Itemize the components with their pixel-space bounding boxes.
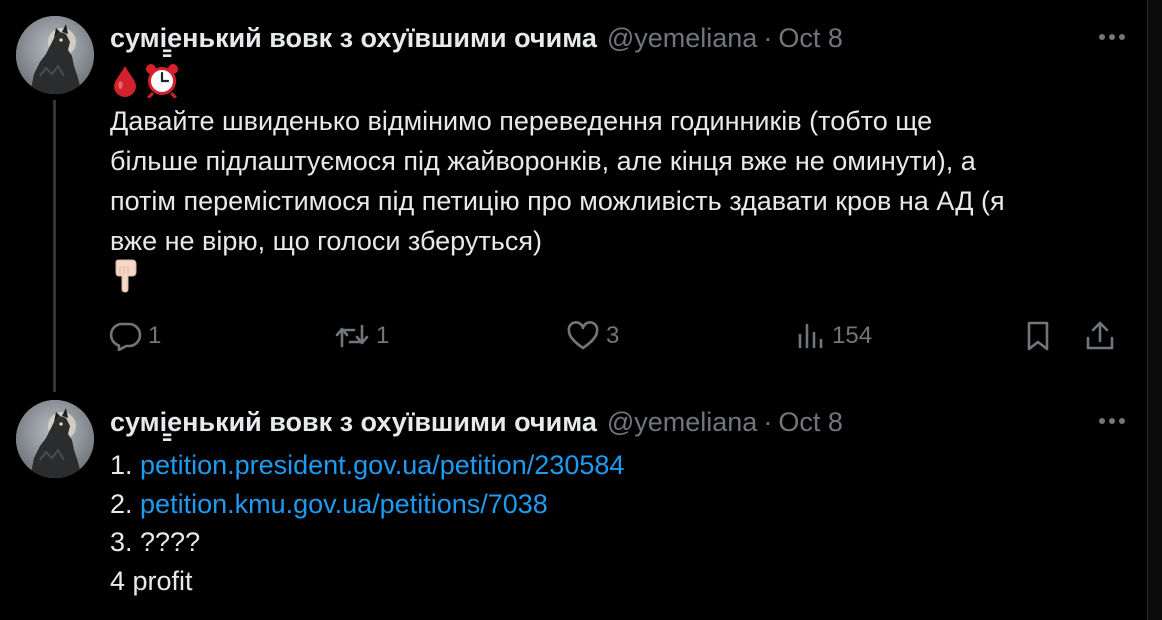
list-item: 1. petition.president.gov.ua/petition/23… [110,446,1120,485]
reply-button[interactable]: 1 [108,316,161,356]
repost-icon [335,324,369,348]
tweet-text-line: потім перемістимося під петицію про можл… [110,186,1005,216]
author-name[interactable]: сумі̳енький вовк з охуївшими очима [110,23,597,54]
avatar[interactable] [16,400,94,478]
emoji-row [110,60,180,100]
tweet-date[interactable]: Oct 8 [778,407,843,438]
like-button[interactable]: 3 [566,316,619,356]
tweet-text: Давайте швиденько відмінимо переведення … [110,101,1120,261]
list-item-prefix: 2. [110,488,141,519]
ellipsis-icon [1099,418,1125,424]
wolf-avatar-image [16,400,94,478]
petition-link[interactable]: petition.kmu.gov.ua/petitions/7038 [140,489,548,519]
list-item: 2. petition.kmu.gov.ua/petitions/7038 [110,485,1120,524]
view-count: 154 [832,322,873,349]
backhand-index-pointing-down-emoji [115,259,137,293]
tweet-text-line: більше підлаштуємося під жайворонків, ал… [110,146,976,176]
ellipsis-icon [1099,34,1125,40]
bookmark-button[interactable] [1024,316,1052,356]
bookmark-icon [1027,321,1049,351]
more-options-button[interactable] [1094,24,1130,50]
author-handle[interactable]: @yemeliana [607,23,757,54]
more-options-button[interactable] [1094,408,1130,434]
list-item-prefix: 1. [110,450,141,480]
share-button[interactable] [1084,316,1116,356]
pointing-emoji-row [110,256,140,296]
wolf-avatar-image [16,16,94,94]
list-item: 3. ???? [110,523,1120,562]
petition-link[interactable]: petition.president.gov.ua/petition/23058… [140,450,624,480]
views-button[interactable]: 154 [796,316,872,356]
repost-button[interactable]: 1 [334,316,389,356]
tweet-text-line: Давайте швиденько відмінимо переведення … [110,106,933,136]
repost-count: 1 [376,322,390,349]
reply-count: 1 [148,322,162,349]
tweet-date[interactable]: Oct 8 [778,23,843,54]
list-item-text: 3. ???? [110,527,201,557]
drop-of-blood-emoji [114,66,136,97]
share-icon [1086,321,1114,350]
tweet-header: сумі̳енький вовк з охуївшими очима @yeme… [110,402,843,442]
reply-icon [109,322,142,351]
tweet-header: сумі̳енький вовк з охуївшими очима @yeme… [110,18,843,58]
author-handle[interactable]: @yemeliana [607,407,757,438]
tweet-text: 1. petition.president.gov.ua/petition/23… [110,446,1120,600]
views-chart-icon [798,323,823,349]
scrollbar-track[interactable] [1147,0,1162,620]
avatar[interactable] [16,16,94,94]
thread-connector-line [53,100,56,392]
alarm-clock-emoji [146,64,178,98]
separator-dot: · [763,22,773,53]
separator-dot: · [763,406,773,437]
author-name[interactable]: сумі̳енький вовк з охуївшими очима [110,407,597,438]
tweet-text-line: вже не вірю, що голоси зберуться) [110,226,542,256]
list-item: 4 profit [110,562,1120,601]
heart-icon [567,321,599,350]
tweet-actions: 1 1 3 154 [100,316,1130,356]
like-count: 3 [606,322,620,349]
list-item-text: 4 profit [110,565,193,596]
